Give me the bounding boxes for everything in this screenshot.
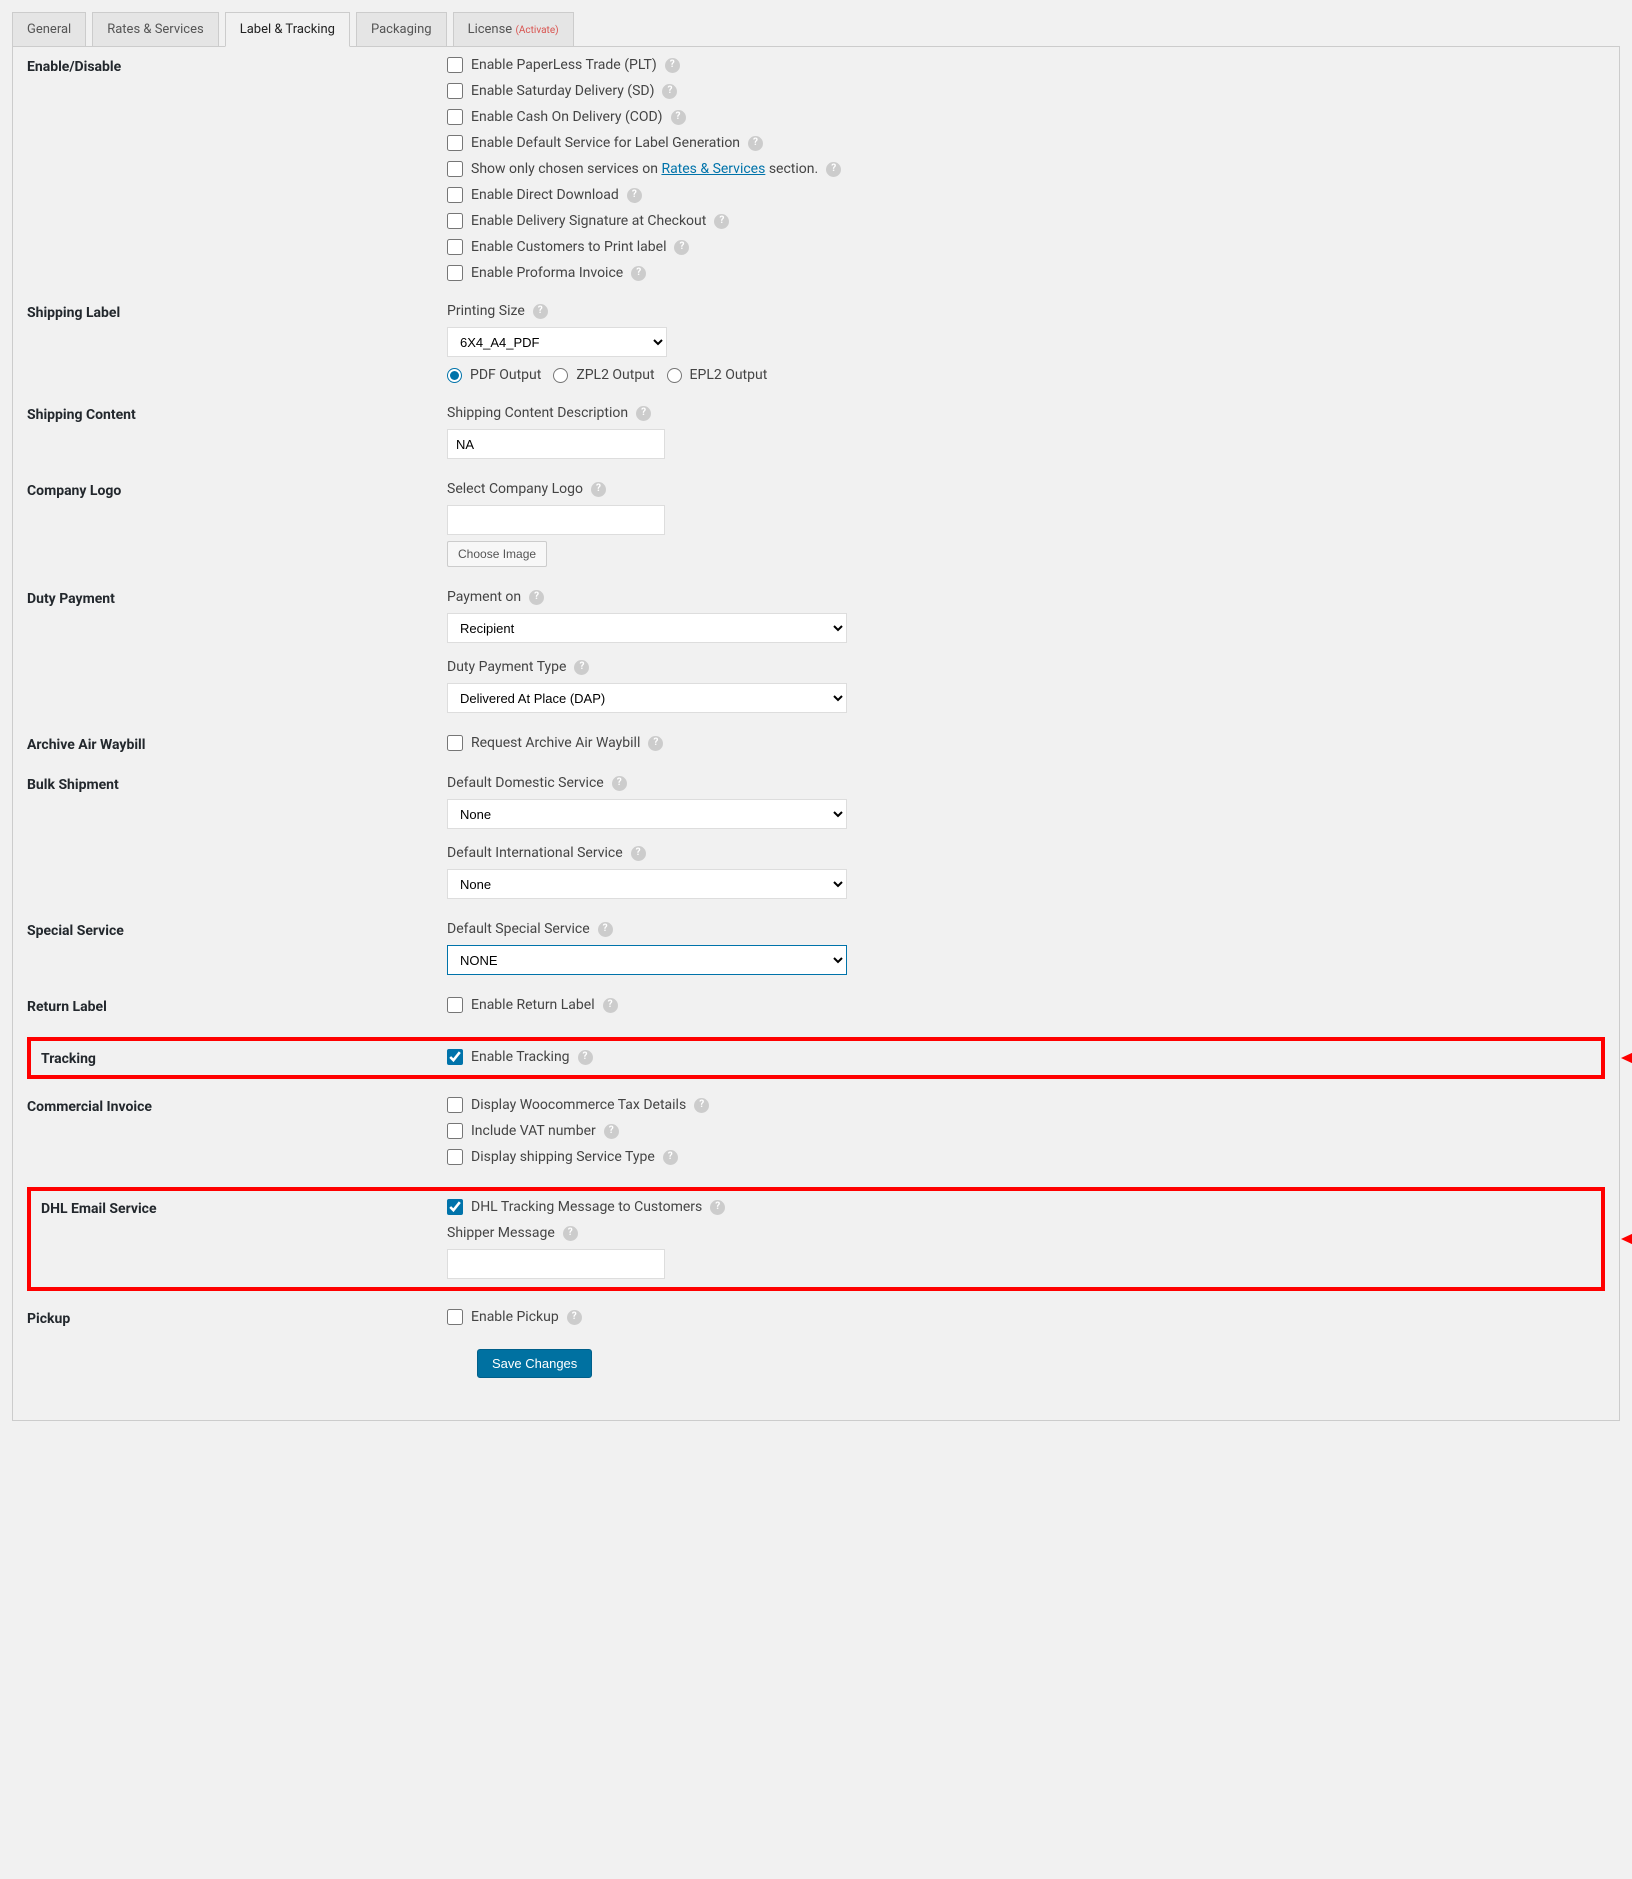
- tab-license[interactable]: License (Activate): [453, 12, 574, 47]
- help-icon[interactable]: [662, 84, 677, 99]
- help-icon[interactable]: [648, 736, 663, 751]
- help-icon[interactable]: [671, 110, 686, 125]
- radio-epl2-output[interactable]: [667, 368, 682, 383]
- help-icon[interactable]: [563, 1226, 578, 1241]
- input-company-logo[interactable]: [447, 505, 665, 535]
- section-title-special-service: Special Service: [27, 921, 447, 939]
- tab-packaging[interactable]: Packaging: [356, 12, 447, 47]
- highlight-tracking: Tracking Enable Tracking: [27, 1037, 1605, 1079]
- settings-panel: Enable/Disable Enable PaperLess Trade (P…: [12, 46, 1620, 1421]
- section-title-archive-awb: Archive Air Waybill: [27, 735, 447, 753]
- checkbox-enable-pickup[interactable]: [447, 1309, 463, 1325]
- checkbox-delivery-signature[interactable]: [447, 213, 463, 229]
- section-title-shipping-content: Shipping Content: [27, 405, 447, 423]
- help-icon[interactable]: [631, 266, 646, 281]
- link-rates-services[interactable]: Rates & Services: [661, 161, 765, 177]
- help-icon[interactable]: [710, 1200, 725, 1215]
- tab-general[interactable]: General: [12, 12, 86, 47]
- checkbox-sd[interactable]: [447, 83, 463, 99]
- arrow-annotation: [1621, 1044, 1632, 1072]
- section-title-company-logo: Company Logo: [27, 481, 447, 499]
- input-shipping-content[interactable]: [447, 429, 665, 459]
- help-icon[interactable]: [665, 58, 680, 73]
- help-icon[interactable]: [674, 240, 689, 255]
- section-title-return-label: Return Label: [27, 997, 447, 1015]
- choose-image-button[interactable]: Choose Image: [447, 541, 547, 567]
- highlight-dhl-email: DHL Email Service DHL Tracking Message t…: [27, 1187, 1605, 1291]
- checkbox-service-type[interactable]: [447, 1149, 463, 1165]
- help-icon[interactable]: [604, 1124, 619, 1139]
- select-duty-type[interactable]: Delivered At Place (DAP): [447, 683, 847, 713]
- help-icon[interactable]: [598, 922, 613, 937]
- checkbox-proforma[interactable]: [447, 265, 463, 281]
- checkbox-archive-awb[interactable]: [447, 735, 463, 751]
- section-title-duty-payment: Duty Payment: [27, 589, 447, 607]
- checkbox-enable-tracking[interactable]: [447, 1049, 463, 1065]
- checkbox-dhl-tracking-msg[interactable]: [447, 1199, 463, 1215]
- section-title-commercial-invoice: Commercial Invoice: [27, 1097, 447, 1115]
- checkbox-direct-download[interactable]: [447, 187, 463, 203]
- help-icon[interactable]: [636, 406, 651, 421]
- save-changes-button[interactable]: Save Changes: [477, 1349, 592, 1378]
- help-icon[interactable]: [603, 998, 618, 1013]
- select-printing-size[interactable]: 6X4_A4_PDF: [447, 327, 667, 357]
- checkbox-tax-details[interactable]: [447, 1097, 463, 1113]
- help-icon[interactable]: [574, 660, 589, 675]
- section-title-pickup: Pickup: [27, 1309, 447, 1327]
- help-icon[interactable]: [567, 1310, 582, 1325]
- help-icon[interactable]: [529, 590, 544, 605]
- select-intl-service[interactable]: None: [447, 869, 847, 899]
- help-icon[interactable]: [826, 162, 841, 177]
- help-icon[interactable]: [612, 776, 627, 791]
- section-title-tracking: Tracking: [41, 1049, 447, 1067]
- tab-rates-services[interactable]: Rates & Services: [92, 12, 218, 47]
- checkbox-vat-number[interactable]: [447, 1123, 463, 1139]
- section-title-enable: Enable/Disable: [27, 57, 447, 75]
- checkbox-return-label[interactable]: [447, 997, 463, 1013]
- help-icon[interactable]: [663, 1150, 678, 1165]
- radio-pdf-output[interactable]: [447, 368, 462, 383]
- input-shipper-message[interactable]: [447, 1249, 665, 1279]
- section-title-shipping-label: Shipping Label: [27, 303, 447, 321]
- radio-zpl2-output[interactable]: [553, 368, 568, 383]
- select-special-service[interactable]: NONE: [447, 945, 847, 975]
- arrow-annotation: [1621, 1225, 1632, 1253]
- checkbox-default-service[interactable]: [447, 135, 463, 151]
- help-icon[interactable]: [591, 482, 606, 497]
- select-domestic-service[interactable]: None: [447, 799, 847, 829]
- checkbox-show-chosen[interactable]: [447, 161, 463, 177]
- section-title-bulk-shipment: Bulk Shipment: [27, 775, 447, 793]
- select-payment-on[interactable]: Recipient: [447, 613, 847, 643]
- help-icon[interactable]: [714, 214, 729, 229]
- help-icon[interactable]: [631, 846, 646, 861]
- checkbox-cod[interactable]: [447, 109, 463, 125]
- section-title-dhl-email: DHL Email Service: [41, 1199, 447, 1217]
- checkbox-customers-print[interactable]: [447, 239, 463, 255]
- help-icon[interactable]: [533, 304, 548, 319]
- help-icon[interactable]: [627, 188, 642, 203]
- checkbox-plt[interactable]: [447, 57, 463, 73]
- settings-tabs: General Rates & Services Label & Trackin…: [12, 12, 1620, 47]
- help-icon[interactable]: [578, 1050, 593, 1065]
- help-icon[interactable]: [748, 136, 763, 151]
- tab-label-tracking[interactable]: Label & Tracking: [225, 12, 350, 47]
- help-icon[interactable]: [694, 1098, 709, 1113]
